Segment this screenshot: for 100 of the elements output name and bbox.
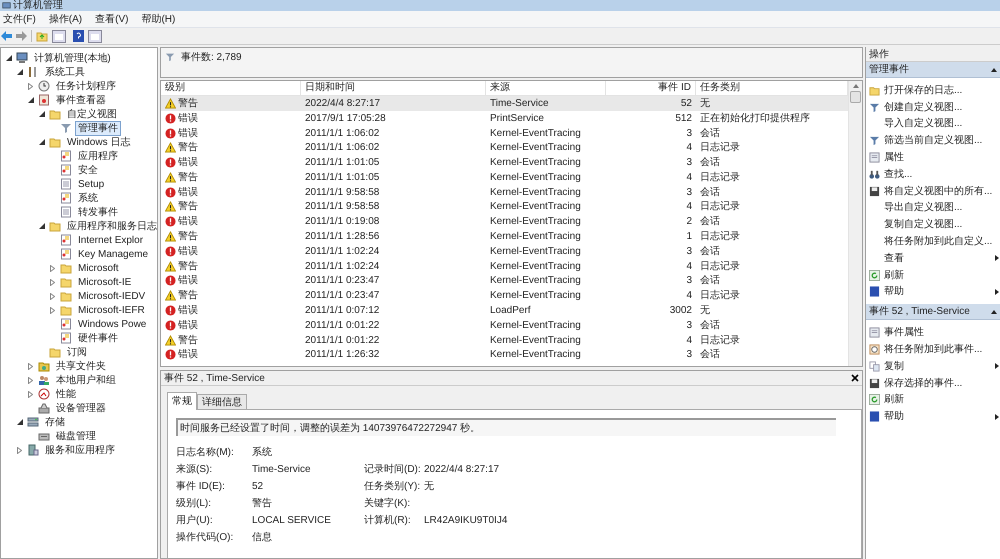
- expand-arrow-icon[interactable]: [26, 82, 35, 90]
- action-link[interactable]: 导入自定义视图...: [884, 116, 999, 132]
- tree-item[interactable]: 安全: [75, 162, 101, 178]
- tree-item[interactable]: Microsoft-IEFR: [75, 302, 148, 318]
- expand-arrow-icon[interactable]: [48, 278, 57, 286]
- collapse-arrow-icon[interactable]: [991, 68, 997, 72]
- scrollbar-thumb[interactable]: [850, 91, 861, 103]
- column-header[interactable]: 事件 ID: [606, 81, 696, 95]
- tree-item[interactable]: 转发事件: [75, 204, 121, 220]
- tree-item[interactable]: 应用程序: [75, 148, 121, 164]
- expand-arrow-icon[interactable]: [48, 306, 57, 314]
- menu-item[interactable]: 文件(F): [3, 12, 36, 26]
- tree-item[interactable]: 任务计划程序: [53, 78, 119, 94]
- forward-arrow-icon[interactable]: [16, 31, 27, 41]
- table-row[interactable]: 错误 2011/1/1 0:01:22 Kernel-EventTracing 3 会话: [161, 318, 848, 333]
- tree-item[interactable]: 事件查看器: [53, 92, 109, 108]
- table-row[interactable]: 错误 2011/1/1 1:26:32 Kernel-EventTracing 3 会话: [161, 348, 848, 362]
- tree-item[interactable]: Setup: [75, 176, 108, 192]
- tree-item[interactable]: 系统: [75, 190, 101, 206]
- tree-item[interactable]: Microsoft-IEDV: [75, 288, 148, 304]
- scrollbar[interactable]: [848, 81, 862, 366]
- action-link[interactable]: 将自定义视图中的所有...: [884, 184, 999, 199]
- tree-item[interactable]: 订阅: [64, 344, 90, 360]
- tree-item[interactable]: Key Manageme: [75, 246, 152, 262]
- expand-arrow-icon[interactable]: [26, 376, 35, 384]
- collapse-arrow-icon[interactable]: [37, 222, 46, 230]
- table-row[interactable]: 警告 2011/1/1 1:28:56 Kernel-EventTracing 1 日志记录: [161, 229, 848, 244]
- table-row[interactable]: 错误 2011/1/1 1:01:05 Kernel-EventTracing 3 会话: [161, 155, 848, 170]
- menu-item[interactable]: 帮助(H): [141, 12, 176, 26]
- tree-item[interactable]: 设备管理器: [53, 400, 109, 416]
- action-link[interactable]: 帮助: [884, 284, 991, 300]
- tab[interactable]: 常规: [167, 392, 197, 410]
- tree-item[interactable]: 硬件事件: [75, 330, 121, 346]
- table-row[interactable]: 警告 2011/1/1 0:01:22 Kernel-EventTracing 4 日志记录: [161, 332, 848, 348]
- table-row[interactable]: 错误 2011/1/1 9:58:58 Kernel-EventTracing 3 会话: [161, 184, 848, 200]
- action-link[interactable]: 查看: [884, 250, 991, 266]
- action-link[interactable]: 复制: [884, 358, 991, 374]
- tree-item[interactable]: 管理事件: [75, 120, 121, 136]
- column-header[interactable]: 日期和时间: [301, 81, 486, 95]
- action-link[interactable]: 属性: [884, 150, 999, 166]
- collapse-arrow-icon[interactable]: [991, 310, 997, 314]
- collapse-arrow-icon[interactable]: [37, 138, 46, 146]
- action-link[interactable]: 保存选择的事件...: [884, 376, 999, 391]
- action-link[interactable]: 查找...: [884, 166, 999, 182]
- action-link[interactable]: 刷新: [884, 392, 999, 408]
- action-link[interactable]: 事件属性: [884, 325, 999, 340]
- section-header[interactable]: 管理事件: [866, 62, 1000, 78]
- action-link[interactable]: 将任务附加到此自定义...: [884, 234, 999, 250]
- column-header[interactable]: 级别: [161, 81, 301, 95]
- collapse-arrow-icon[interactable]: [26, 96, 35, 104]
- tree-item[interactable]: Windows Powe: [75, 316, 150, 332]
- tree-item[interactable]: 服务和应用程序: [42, 442, 118, 458]
- tree-item[interactable]: 共享文件夹: [53, 358, 109, 374]
- section-header[interactable]: 事件 52 , Time-Service: [866, 304, 1000, 320]
- action-link[interactable]: 导出自定义视图...: [884, 200, 999, 216]
- action-link[interactable]: 刷新: [884, 268, 999, 283]
- column-header[interactable]: 来源: [486, 81, 606, 95]
- table-row[interactable]: 错误 2011/1/1 0:23:47 Kernel-EventTracing 3 会话: [161, 274, 848, 288]
- action-link[interactable]: 创建自定义视图...: [884, 100, 999, 115]
- folder-up-icon[interactable]: [36, 30, 48, 42]
- tree-item[interactable]: 本地用户和组: [53, 372, 119, 388]
- collapse-arrow-icon[interactable]: [15, 418, 24, 426]
- action-link[interactable]: 将任务附加到此事件...: [884, 342, 999, 358]
- tree-item[interactable]: 磁盘管理: [53, 428, 99, 444]
- tree-item[interactable]: Microsoft-IE: [75, 274, 134, 290]
- table-row[interactable]: 错误 2011/1/1 0:07:12 LoadPerf 3002 无: [161, 303, 848, 318]
- menu-item[interactable]: 操作(A): [48, 12, 82, 26]
- action-link[interactable]: 筛选当前自定义视图...: [884, 133, 999, 148]
- back-arrow-icon[interactable]: [1, 31, 12, 41]
- tree-item[interactable]: Microsoft: [75, 260, 122, 276]
- action-link[interactable]: 帮助: [884, 409, 991, 424]
- table-row[interactable]: 警告 2022/4/4 8:27:17 Time-Service 52 无: [161, 96, 848, 111]
- expand-arrow-icon[interactable]: [26, 362, 35, 370]
- scroll-up-arrow-icon[interactable]: [852, 84, 858, 88]
- table-row[interactable]: 警告 2011/1/1 1:02:24 Kernel-EventTracing 4 日志记录: [161, 258, 848, 274]
- table-row[interactable]: 错误 2011/1/1 0:19:08 Kernel-EventTracing 2 会话: [161, 214, 848, 230]
- tree-item[interactable]: Internet Explor: [75, 232, 146, 248]
- tree-item[interactable]: 存储: [42, 414, 68, 430]
- collapse-arrow-icon[interactable]: [37, 110, 46, 118]
- table-row[interactable]: 警告 2011/1/1 1:01:05 Kernel-EventTracing 4 日志记录: [161, 170, 848, 185]
- tree-item[interactable]: 应用程序和服务日志: [64, 218, 157, 234]
- tree-item[interactable]: 系统工具: [42, 64, 88, 80]
- menu-item[interactable]: 查看(V): [95, 12, 128, 26]
- table-row[interactable]: 警告 2011/1/1 0:23:47 Kernel-EventTracing 4 日志记录: [161, 288, 848, 304]
- tab[interactable]: 详细信息: [197, 394, 247, 409]
- table-row[interactable]: 错误 2011/1/1 1:06:02 Kernel-EventTracing 3 会话: [161, 126, 848, 140]
- tree-item[interactable]: 计算机管理(本地): [31, 50, 114, 66]
- tree-item[interactable]: 自定义视图: [64, 106, 120, 122]
- expand-arrow-icon[interactable]: [26, 390, 35, 398]
- table-row[interactable]: 错误 2011/1/1 1:02:24 Kernel-EventTracing 3 会话: [161, 244, 848, 259]
- expand-arrow-icon[interactable]: [48, 292, 57, 300]
- expand-arrow-icon[interactable]: [48, 264, 57, 272]
- action-link[interactable]: 复制自定义视图...: [884, 217, 999, 232]
- expand-arrow-icon[interactable]: [15, 446, 24, 454]
- table-row[interactable]: 警告 2011/1/1 9:58:58 Kernel-EventTracing 4 日志记录: [161, 200, 848, 214]
- action-link[interactable]: 打开保存的日志...: [884, 82, 999, 98]
- tree-item[interactable]: Windows 日志: [64, 134, 134, 150]
- tree-item[interactable]: 性能: [53, 386, 79, 402]
- close-icon[interactable]: [851, 374, 859, 382]
- collapse-arrow-icon[interactable]: [15, 68, 24, 76]
